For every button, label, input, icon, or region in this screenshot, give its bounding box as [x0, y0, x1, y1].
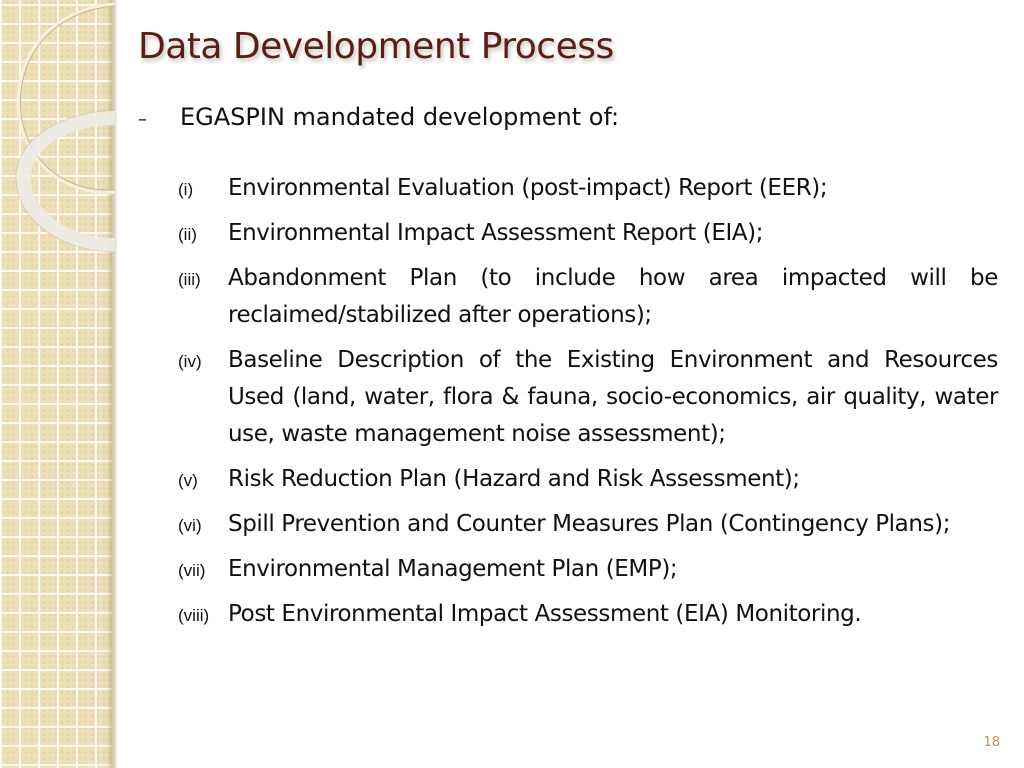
list-item: (i) Environmental Evaluation (post-impact…	[178, 170, 998, 207]
list-item: (iii) Abandonment Plan (to include how ar…	[178, 260, 998, 334]
item-text: Post Environmental Impact Assessment (EI…	[228, 601, 862, 627]
large-ring-arc-shade	[19, 5, 116, 191]
list-item: (viii) Post Environmental Impact Assessme…	[178, 596, 998, 633]
slide-title: Data Development Process	[138, 26, 614, 67]
item-text: Risk Reduction Plan (Hazard and Risk Ass…	[228, 466, 800, 492]
page-number: 18	[983, 735, 1000, 750]
slide: Data Development Process – EGASPIN mandat…	[0, 0, 1024, 768]
item-text: Environmental Impact Assessment Report (…	[228, 220, 764, 246]
item-number: (iii)	[178, 270, 201, 289]
item-number: (vii)	[178, 561, 206, 580]
item-text: Baseline Description of the Existing Env…	[228, 347, 998, 447]
item-number: (v)	[178, 471, 198, 490]
item-text: Environmental Evaluation (post-impact) R…	[228, 175, 828, 201]
item-number: (ii)	[178, 225, 197, 244]
intro-text: EGASPIN mandated development of:	[180, 103, 620, 131]
list-item: (vi) Spill Prevention and Counter Measure…	[178, 506, 998, 543]
list-item: (vii) Environmental Management Plan (EMP)…	[178, 551, 998, 588]
item-number: (viii)	[178, 606, 210, 625]
list-item: (v) Risk Reduction Plan (Hazard and Risk …	[178, 461, 998, 498]
dash-bullet: –	[138, 109, 147, 130]
item-text: Spill Prevention and Counter Measures Pl…	[228, 511, 951, 537]
item-text: Abandonment Plan (to include how area im…	[228, 265, 998, 328]
requirements-list: (i) Environmental Evaluation (post-impact…	[178, 170, 998, 641]
list-item: (iv) Baseline Description of the Existing…	[178, 342, 998, 453]
item-number: (vi)	[178, 516, 202, 535]
intro-line: – EGASPIN mandated development of:	[138, 103, 619, 131]
decorative-rings-icon	[15, 2, 116, 253]
item-number: (i)	[178, 180, 194, 199]
list-item: (ii) Environmental Impact Assessment Repo…	[178, 215, 998, 252]
item-number: (iv)	[178, 352, 202, 371]
item-text: Environmental Management Plan (EMP);	[228, 556, 678, 582]
